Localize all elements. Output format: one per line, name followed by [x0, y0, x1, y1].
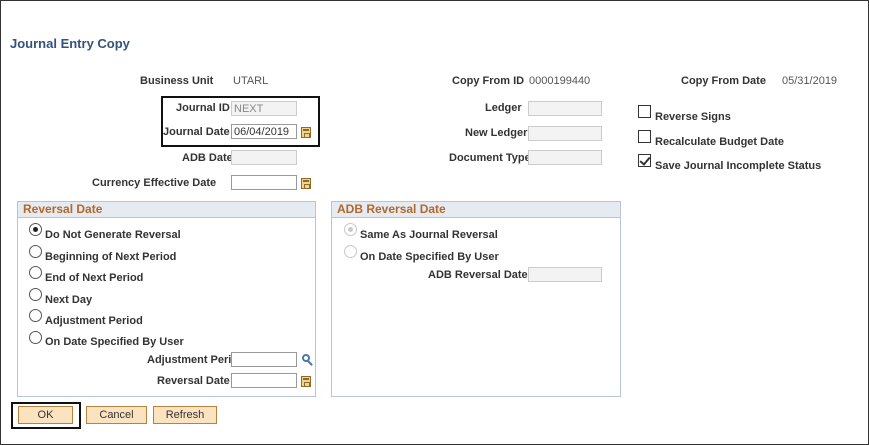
save-journal-incomplete-status-label: Save Journal Incomplete Status	[655, 160, 822, 172]
adjustment-period-field[interactable]	[231, 352, 297, 367]
journal-id-label: Journal ID	[176, 102, 230, 114]
radio-do-not-generate-reversal[interactable]	[29, 223, 42, 236]
reverse-signs-label: Reverse Signs	[655, 111, 731, 123]
reversal-date-label: Reversal Date	[157, 375, 230, 387]
radio-label: On Date Specified By User	[360, 251, 499, 263]
copy-from-date-label: Copy From Date	[681, 75, 766, 87]
radio-beginning-of-next-period[interactable]	[29, 245, 42, 258]
journal-id-field[interactable]	[231, 101, 297, 116]
journal-date-label: Journal Date	[163, 126, 230, 138]
radio-on-date-specified-by-user[interactable]	[29, 331, 42, 344]
ledger-field[interactable]	[528, 101, 602, 116]
radio-label: Adjustment Period	[45, 315, 143, 327]
reversal-date-field[interactable]	[231, 373, 297, 388]
radio-label: Beginning of Next Period	[45, 251, 177, 263]
document-type-field[interactable]	[528, 150, 602, 165]
adb-date-field[interactable]	[231, 150, 297, 165]
reversal-date-title: Reversal Date	[23, 202, 103, 216]
currency-effective-date-label: Currency Effective Date	[92, 177, 217, 189]
recalculate-budget-date-label: Recalculate Budget Date	[655, 136, 784, 148]
page-title: Journal Entry Copy	[10, 36, 130, 51]
radio-label: Do Not Generate Reversal	[45, 229, 181, 241]
adb-reversal-date-field[interactable]	[528, 267, 602, 282]
reverse-signs-checkbox[interactable]	[638, 105, 651, 118]
radio-label: On Date Specified By User	[45, 336, 184, 348]
save-journal-incomplete-status-checkbox[interactable]	[638, 154, 651, 167]
radio-end-of-next-period[interactable]	[29, 266, 42, 279]
reversal-date-header: Reversal Date	[18, 202, 315, 218]
journal-date-field[interactable]	[231, 124, 297, 139]
calendar-icon[interactable]	[301, 376, 311, 387]
radio-same-as-journal-reversal[interactable]	[344, 223, 357, 236]
copy-from-id-value: 0000199440	[529, 75, 591, 87]
calendar-icon[interactable]	[301, 178, 311, 189]
recalculate-budget-date-checkbox[interactable]	[638, 130, 651, 143]
adb-date-label: ADB Date	[182, 152, 233, 164]
radio-label: Next Day	[45, 294, 93, 306]
copy-from-date-value: 05/31/2019	[782, 75, 838, 87]
radio-next-day[interactable]	[29, 288, 42, 301]
copy-from-id-label: Copy From ID	[452, 75, 525, 87]
ok-button[interactable]: OK	[18, 406, 73, 424]
radio-label: Same As Journal Reversal	[360, 229, 498, 241]
radio-adjustment-period[interactable]	[29, 309, 42, 322]
document-type-label: Document Type	[449, 152, 531, 164]
currency-effective-date-field[interactable]	[231, 175, 297, 190]
adb-reversal-date-title: ADB Reversal Date	[337, 202, 446, 216]
new-ledger-field[interactable]	[528, 126, 602, 141]
magnifier-icon[interactable]	[301, 354, 313, 366]
calendar-icon[interactable]	[301, 127, 311, 138]
new-ledger-label: New Ledger	[465, 127, 528, 139]
checkmark-icon	[639, 154, 651, 166]
adb-reversal-date-label: ADB Reversal Date	[428, 269, 528, 281]
business-unit-label: Business Unit	[140, 75, 214, 87]
refresh-button[interactable]: Refresh	[153, 406, 217, 424]
business-unit-value: UTARL	[233, 75, 269, 87]
radio-label: End of Next Period	[45, 272, 144, 284]
cancel-button[interactable]: Cancel	[86, 406, 147, 424]
radio-adb-on-date-specified-by-user[interactable]	[344, 245, 357, 258]
ledger-label: Ledger	[485, 102, 522, 114]
adb-reversal-date-header: ADB Reversal Date	[332, 202, 620, 218]
